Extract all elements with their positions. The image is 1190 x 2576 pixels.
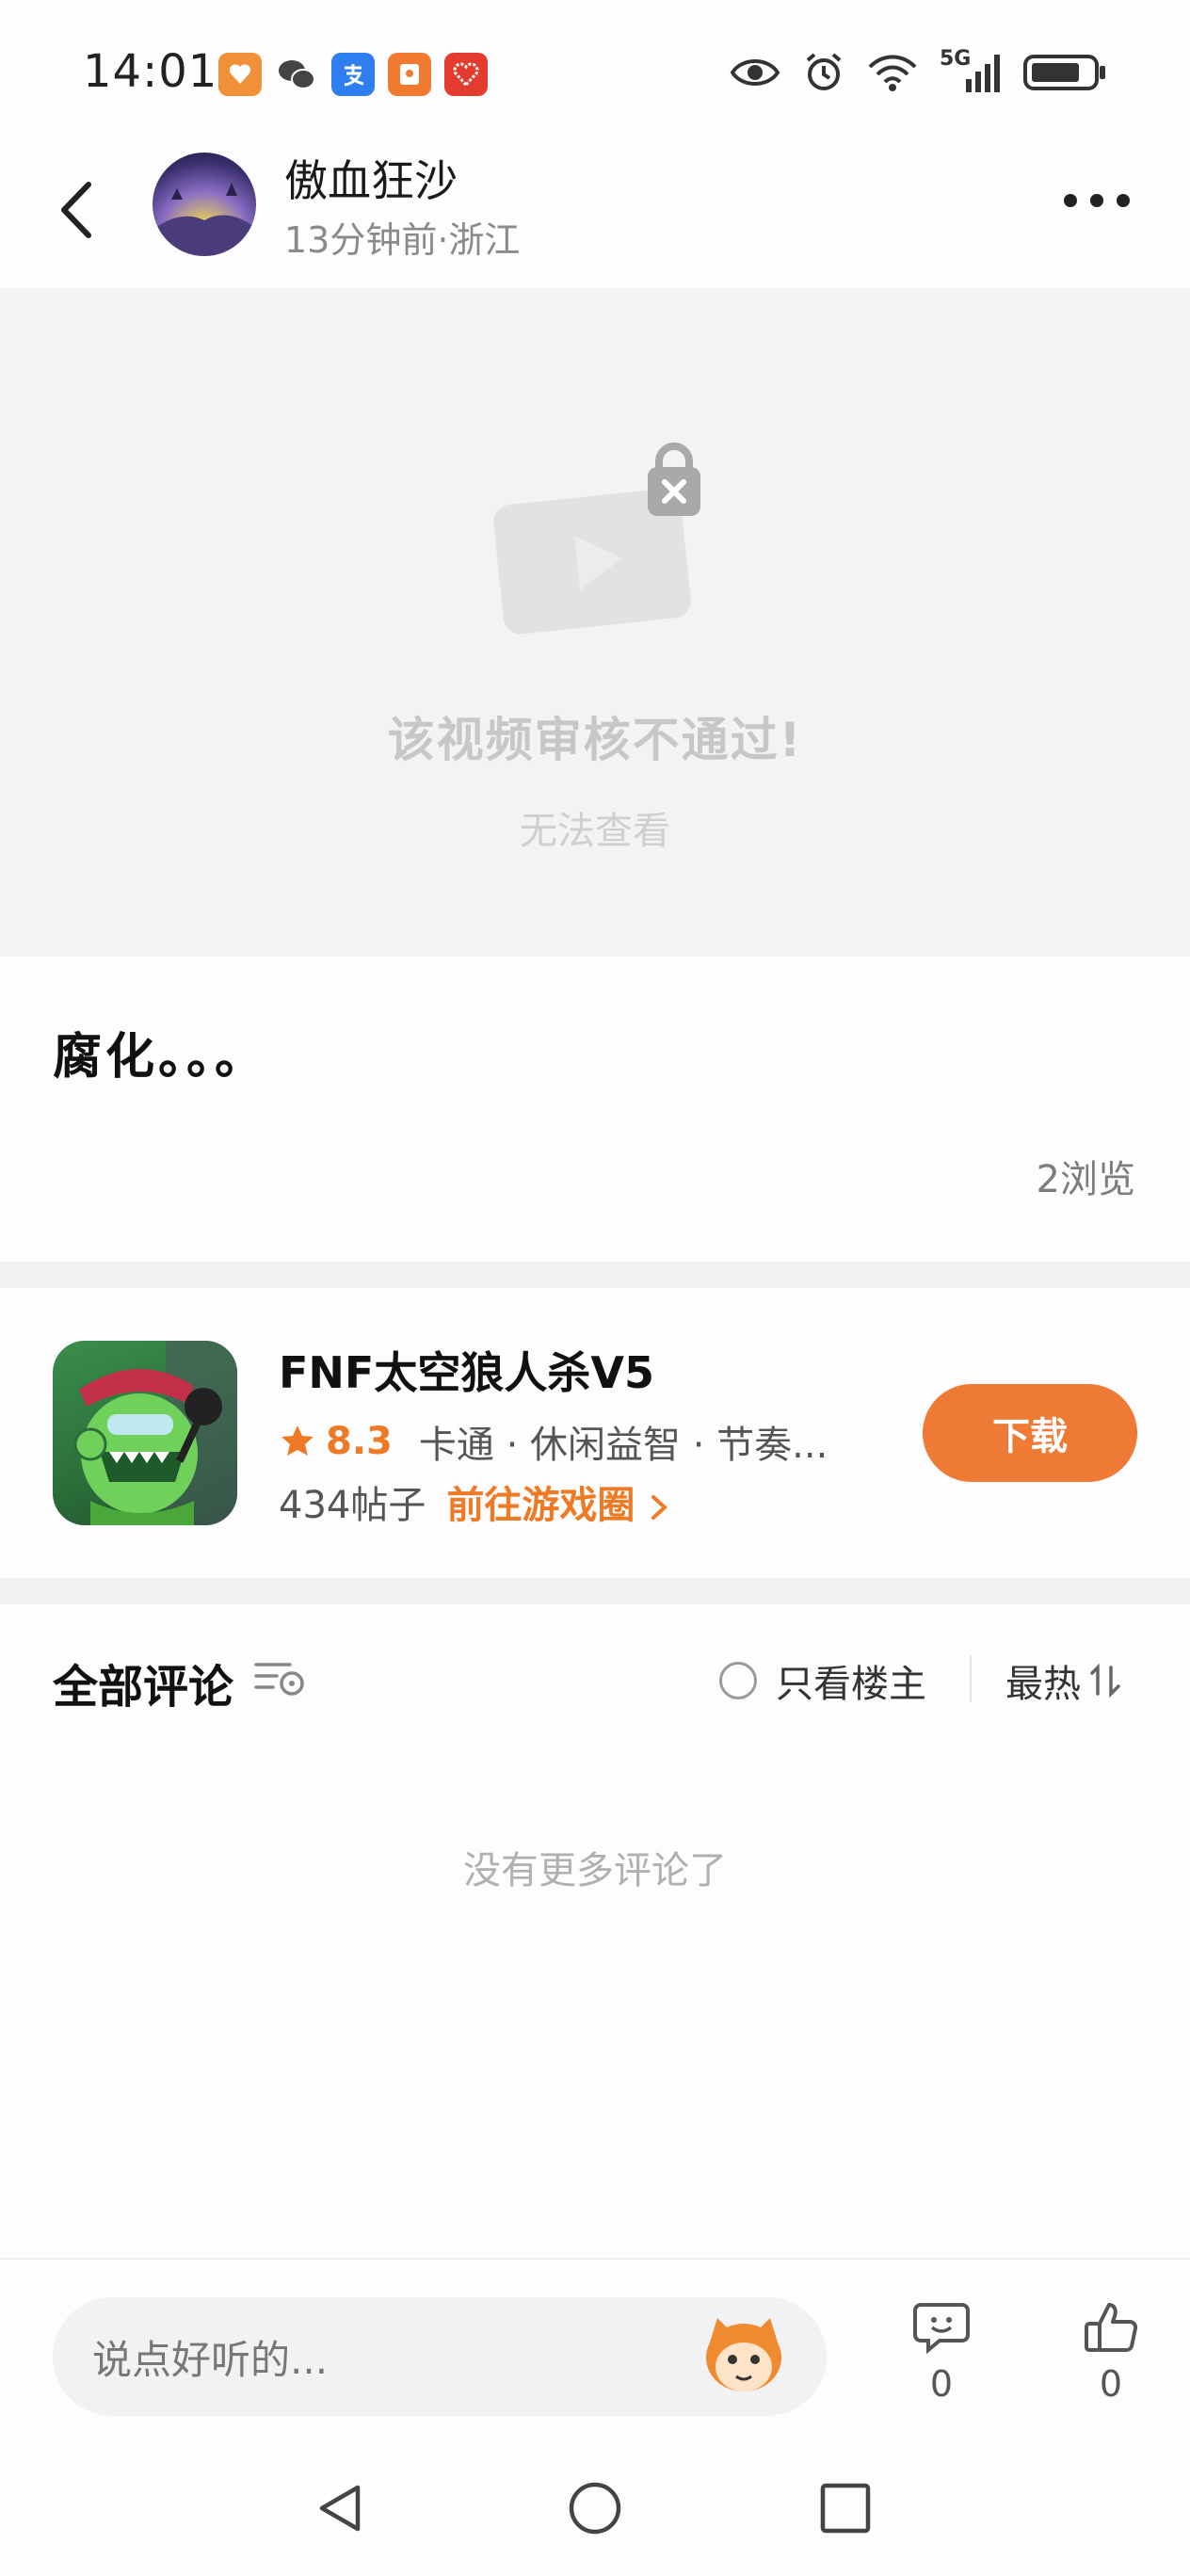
nav-back-icon[interactable] bbox=[313, 2480, 369, 2536]
post-detail-page: 14:01 5G 傲血狂沙 13分钟前·浙江 该视频审核不通过! 无法查看 腐化… bbox=[0, 0, 1190, 2576]
owner-only-label: 只看楼主 bbox=[776, 1663, 926, 1706]
video-locked-icon bbox=[493, 443, 700, 635]
section-divider bbox=[0, 1262, 1190, 1288]
nav-recents-icon[interactable] bbox=[817, 2480, 874, 2536]
goto-game-circle-link[interactable]: 前往游戏圈 bbox=[446, 1474, 672, 1529]
star-icon bbox=[281, 1425, 314, 1456]
more-options-icon[interactable] bbox=[1064, 194, 1130, 207]
comment-count-button[interactable]: 0 bbox=[904, 2299, 979, 2405]
chevron-right-icon bbox=[651, 1495, 668, 1520]
game-app-icon[interactable] bbox=[53, 1341, 237, 1525]
post-meta: 13分钟前·浙江 bbox=[284, 219, 521, 261]
status-time: 14:01 bbox=[83, 45, 218, 98]
sort-hot-button[interactable]: 最热 bbox=[1005, 1653, 1122, 1708]
sort-order-icon bbox=[1090, 1663, 1120, 1699]
no-more-comments: 没有更多评论了 bbox=[463, 1849, 727, 1892]
alarm-icon bbox=[806, 53, 842, 90]
video-blocked-panel: 该视频审核不通过! 无法查看 bbox=[0, 288, 1190, 957]
5g-signal-icon: 5G bbox=[940, 47, 1002, 94]
back-arrow-icon[interactable] bbox=[53, 177, 100, 243]
video-blocked-title: 该视频审核不通过! bbox=[387, 713, 803, 767]
view-count: 2浏览 bbox=[1036, 1158, 1135, 1201]
eye-icon bbox=[730, 59, 780, 86]
system-nav-bar bbox=[0, 2444, 1190, 2576]
comment-icon bbox=[913, 2303, 970, 2355]
game-name[interactable]: FNF太空狼人杀V5 bbox=[279, 1339, 654, 1401]
like-button[interactable]: 0 bbox=[1073, 2299, 1149, 2405]
bottom-action-bar: 说点好听的... 0 0 bbox=[0, 2258, 1190, 2427]
comments-title: 全部评论 bbox=[53, 1661, 234, 1714]
author-avatar[interactable] bbox=[153, 153, 256, 256]
vertical-divider bbox=[970, 1655, 972, 1702]
battery-icon bbox=[1023, 55, 1105, 90]
owner-only-toggle[interactable]: 只看楼主 bbox=[719, 1653, 926, 1708]
game-rating: 8.3 bbox=[326, 1420, 393, 1463]
alipay-icon bbox=[331, 53, 375, 96]
like-count: 0 bbox=[1099, 2363, 1123, 2405]
health-app-icon bbox=[444, 53, 488, 96]
game-post-count: 434帖子 bbox=[279, 1484, 426, 1527]
owner-only-radio[interactable] bbox=[719, 1662, 757, 1699]
game-posts-row: 434帖子 前往游戏圈 bbox=[279, 1474, 672, 1529]
nav-home-icon[interactable] bbox=[567, 2480, 623, 2536]
section-divider bbox=[0, 1578, 1190, 1604]
emoji-mascot-icon[interactable] bbox=[697, 2305, 791, 2399]
sort-label: 最热 bbox=[1005, 1663, 1081, 1706]
wifi-icon bbox=[868, 55, 917, 91]
comment-count: 0 bbox=[929, 2363, 954, 2405]
status-bar: 14:01 5G bbox=[0, 0, 1190, 141]
system-icons: 5G bbox=[729, 47, 1107, 94]
thumbs-up-icon bbox=[1085, 2303, 1138, 2352]
comment-filter-icon[interactable] bbox=[252, 1659, 309, 1697]
video-blocked-subtitle: 无法查看 bbox=[520, 810, 670, 853]
goto-game-circle-label: 前往游戏圈 bbox=[446, 1484, 635, 1527]
notification-icons bbox=[218, 53, 488, 96]
game-rating-row: 8.3 卡通 · 休闲益智 · 节奏... bbox=[279, 1414, 843, 1469]
redpacket-icon bbox=[388, 53, 431, 96]
taobao-icon bbox=[218, 53, 262, 96]
game-tags: 卡通 · 休闲益智 · 节奏... bbox=[418, 1424, 828, 1467]
post-header: 傲血狂沙 13分钟前·浙江 bbox=[0, 141, 1190, 282]
post-title: 腐化。。。 bbox=[53, 1029, 268, 1086]
author-name[interactable]: 傲血狂沙 bbox=[284, 147, 458, 209]
wechat-icon bbox=[275, 53, 318, 96]
download-button[interactable]: 下载 bbox=[923, 1384, 1137, 1482]
